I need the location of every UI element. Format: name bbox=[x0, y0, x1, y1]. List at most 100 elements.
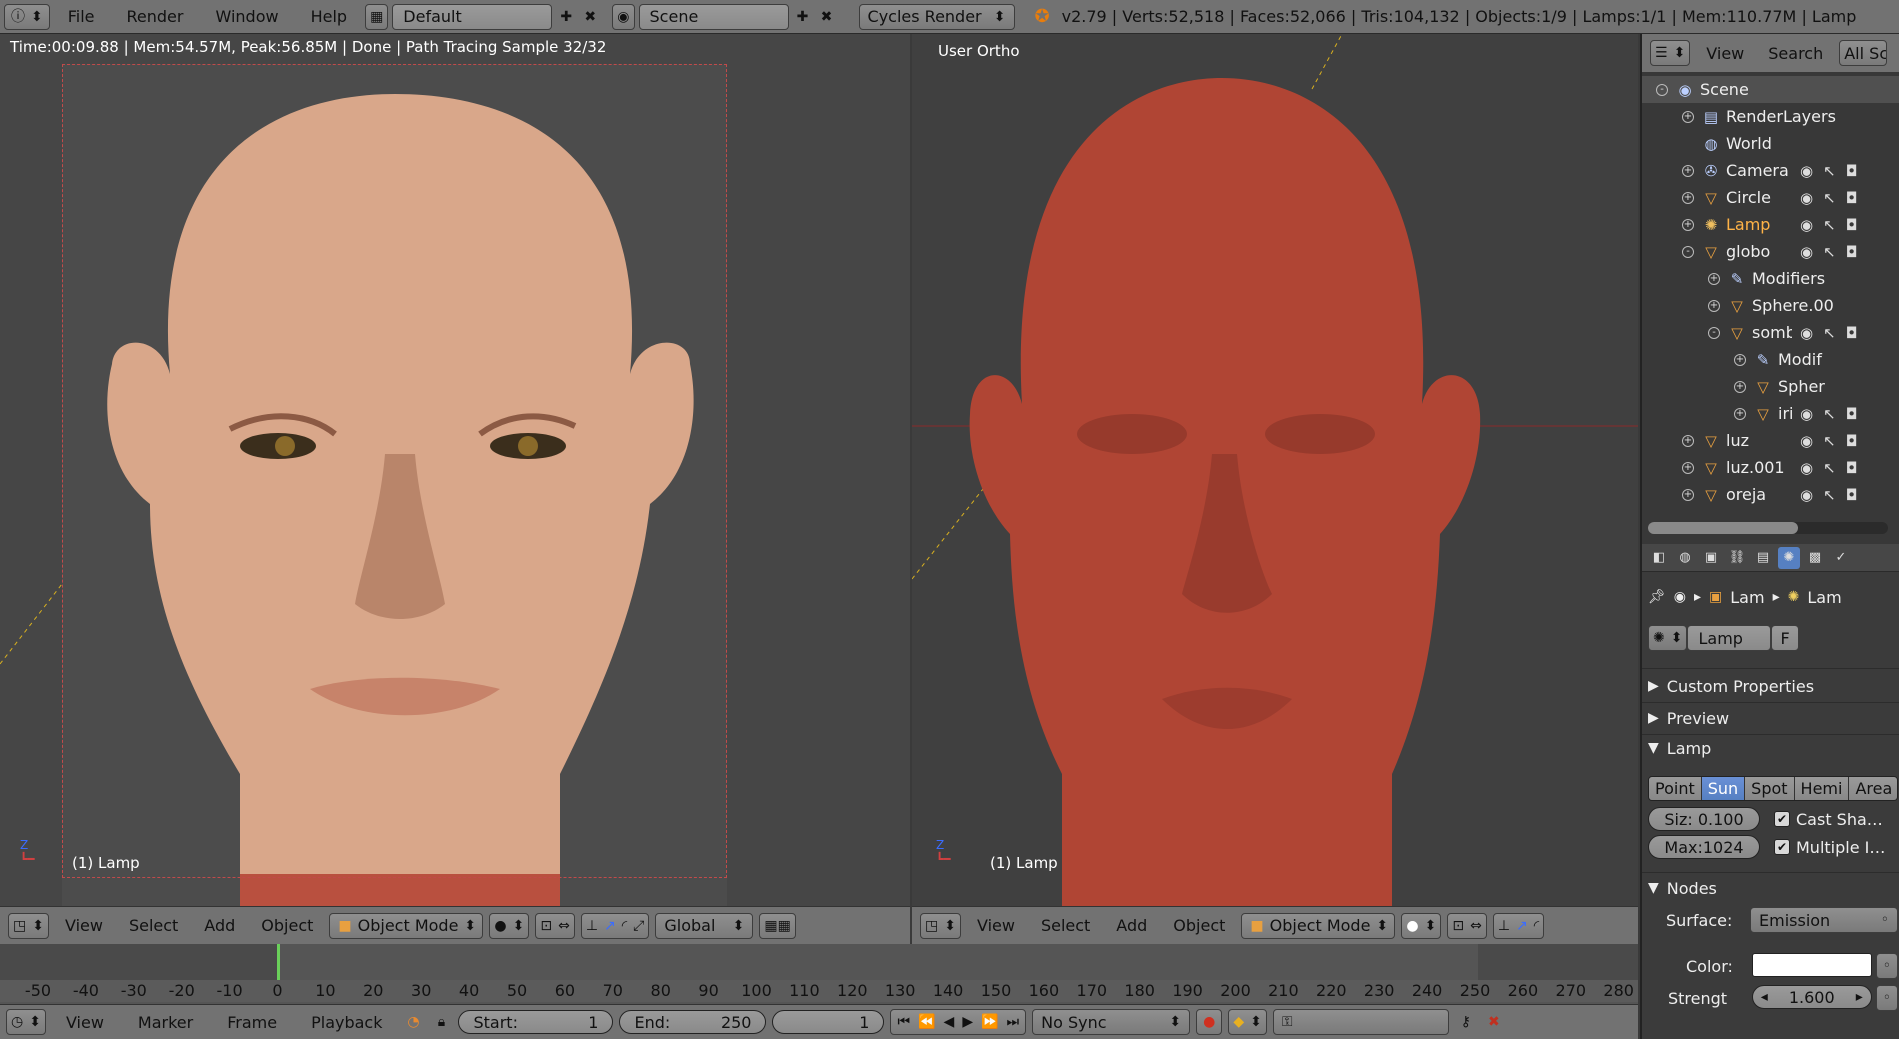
keying-set-field[interactable]: ⚿ bbox=[1272, 1009, 1449, 1035]
expand-toggle-icon[interactable]: + bbox=[1682, 461, 1694, 474]
menu-add[interactable]: Add bbox=[194, 916, 245, 935]
menu-object[interactable]: Object bbox=[251, 916, 323, 935]
outliner-item[interactable]: ◍ World bbox=[1642, 130, 1899, 157]
menu-select[interactable]: Select bbox=[1031, 916, 1100, 935]
lamp-type-point[interactable]: Point bbox=[1649, 776, 1702, 800]
cursor-icon[interactable]: ↖ bbox=[1823, 324, 1836, 342]
remove-scene-icon[interactable]: ✖ bbox=[817, 10, 837, 24]
outliner-item[interactable]: + ✇ Camera ◉ ↖ ◘ bbox=[1642, 157, 1899, 184]
outliner-item[interactable]: + ✺ Lamp ◉ ↖ ◘ bbox=[1642, 211, 1899, 238]
lamp-data-tab-icon[interactable]: ✺ bbox=[1778, 546, 1800, 569]
nodes-section[interactable]: ▼ Nodes bbox=[1648, 874, 1898, 902]
outliner-item[interactable]: + ▽ luz ◉ ↖ ◘ bbox=[1642, 427, 1899, 454]
particles-tab-icon[interactable]: ✓ bbox=[1830, 547, 1852, 569]
preview-range-icon[interactable]: ◔ bbox=[402, 1015, 424, 1029]
outliner-item[interactable]: + ✎ Modifiers bbox=[1642, 265, 1899, 292]
editor-type-button[interactable]: ◳ ⬍ bbox=[920, 912, 961, 939]
render-viewport[interactable]: Time:00:09.88 | Mem:54.57M, Peak:56.85M … bbox=[0, 34, 910, 906]
eye-icon[interactable]: ◉ bbox=[1800, 405, 1813, 423]
keying-set-dropdown[interactable]: ◆ ⬍ bbox=[1228, 1009, 1267, 1035]
next-key-icon[interactable]: ⏩ bbox=[981, 1015, 998, 1029]
cursor-icon[interactable]: ↖ bbox=[1823, 432, 1836, 450]
lamp-type-hemi[interactable]: Hemi bbox=[1794, 776, 1850, 800]
outliner-item[interactable]: - ▽ sombra ◉ ↖ ◘ bbox=[1642, 319, 1899, 346]
menu-select[interactable]: Select bbox=[119, 916, 188, 935]
world-tab-icon[interactable]: ◍ bbox=[1674, 547, 1696, 569]
outliner-item[interactable]: + ✎ Modif bbox=[1642, 346, 1899, 373]
screen-layout-selector[interactable]: ▦ bbox=[365, 3, 389, 30]
jump-start-icon[interactable]: ⏮ bbox=[897, 1015, 910, 1029]
camera-render-icon[interactable]: ◘ bbox=[1846, 405, 1858, 423]
lamp-type-selector[interactable]: Point Sun Spot Hemi Area bbox=[1648, 775, 1898, 801]
eye-icon[interactable]: ◉ bbox=[1800, 324, 1813, 342]
strength-field[interactable]: ◂ 1.600 ▸ bbox=[1751, 985, 1872, 1009]
menu-file[interactable]: File bbox=[54, 7, 109, 26]
menu-window[interactable]: Window bbox=[201, 7, 292, 26]
expand-toggle-icon[interactable]: + bbox=[1682, 191, 1694, 204]
editor-type-button[interactable]: ◳ ⬍ bbox=[8, 912, 49, 939]
eye-icon[interactable]: ◉ bbox=[1800, 216, 1813, 234]
delete-keyframe-icon[interactable]: ✖ bbox=[1483, 1015, 1505, 1029]
menu-view[interactable]: View bbox=[52, 1013, 118, 1032]
current-frame-field[interactable]: 1 bbox=[772, 1010, 885, 1034]
expand-toggle-icon[interactable]: + bbox=[1708, 299, 1720, 312]
sync-dropdown[interactable]: No Sync ⬍ bbox=[1032, 1009, 1191, 1035]
insert-keyframe-icon[interactable]: ⚷ bbox=[1455, 1015, 1477, 1029]
menu-add[interactable]: Add bbox=[1106, 916, 1157, 935]
menu-marker[interactable]: Marker bbox=[124, 1013, 207, 1032]
transform-manipulators[interactable]: ⊥ ↗ ◜ bbox=[1492, 912, 1545, 939]
display-mode-dropdown[interactable]: All Scen bbox=[1839, 40, 1888, 66]
shading-dropdown[interactable]: ● ⬍ bbox=[489, 912, 530, 939]
lamp-type-area[interactable]: Area bbox=[1849, 776, 1897, 800]
pivot-dropdown[interactable]: ⊡ ⇔ bbox=[1447, 912, 1487, 939]
expand-toggle-icon[interactable]: + bbox=[1734, 380, 1746, 393]
editor-type-button[interactable]: ⓘ ⬍ bbox=[4, 3, 50, 30]
render-engine-dropdown[interactable]: Cycles Render ⬍ bbox=[858, 3, 1015, 30]
preview-section[interactable]: ▶ Preview bbox=[1648, 704, 1898, 732]
camera-render-icon[interactable]: ◘ bbox=[1846, 486, 1858, 504]
eye-icon[interactable]: ◉ bbox=[1800, 162, 1813, 180]
lamp-type-sun[interactable]: Sun bbox=[1701, 776, 1746, 800]
playback-controls[interactable]: ⏮ ⏪ ◀ ▶ ⏩ ⏭ bbox=[890, 1009, 1027, 1035]
camera-render-icon[interactable]: ◘ bbox=[1846, 162, 1858, 180]
end-frame-field[interactable]: End: 250 bbox=[619, 1010, 767, 1034]
expand-toggle-icon[interactable]: + bbox=[1734, 407, 1746, 420]
layer-buttons[interactable]: ▦▦ bbox=[759, 912, 796, 939]
pin-icon[interactable]: 📌︎ bbox=[1648, 590, 1666, 604]
eye-icon[interactable]: ◉ bbox=[1800, 486, 1813, 504]
outliner-item[interactable]: + ▽ Circle ◉ ↖ ◘ bbox=[1642, 184, 1899, 211]
mode-dropdown[interactable]: ■ Object Mode ⬍ bbox=[1241, 912, 1396, 939]
outliner-item[interactable]: + ▽ Sphere.00 bbox=[1642, 292, 1899, 319]
expand-toggle-icon[interactable]: + bbox=[1682, 488, 1694, 501]
datablock-name-field[interactable]: Lamp bbox=[1687, 625, 1772, 651]
menu-playback[interactable]: Playback bbox=[297, 1013, 396, 1032]
3d-viewport[interactable]: User Ortho Z ┗━ (1) Lamp bbox=[912, 34, 1638, 906]
cursor-icon[interactable]: ↖ bbox=[1823, 405, 1836, 423]
screen-layout-field[interactable]: Default bbox=[392, 3, 553, 30]
outliner-item[interactable]: + ▽ luz.001 ◉ ↖ ◘ bbox=[1642, 454, 1899, 481]
pivot-dropdown[interactable]: ⊡ ⇔ bbox=[535, 912, 575, 939]
editor-type-button[interactable]: ◷ ⬍ bbox=[6, 1009, 46, 1035]
max-bounces-field[interactable]: Max:1024 bbox=[1648, 835, 1760, 859]
outliner-item[interactable]: + ▤ RenderLayers bbox=[1642, 103, 1899, 130]
eye-icon[interactable]: ◉ bbox=[1800, 459, 1813, 477]
expand-toggle-icon[interactable]: + bbox=[1682, 218, 1694, 231]
scrollbar-thumb[interactable] bbox=[1648, 522, 1798, 534]
menu-frame[interactable]: Frame bbox=[213, 1013, 291, 1032]
camera-render-icon[interactable]: ◘ bbox=[1846, 324, 1858, 342]
outliner-item[interactable]: - ▽ globo ◉ ↖ ◘ bbox=[1642, 238, 1899, 265]
color-link-button[interactable]: ◦ bbox=[1875, 953, 1898, 979]
add-layout-icon[interactable]: ✚ bbox=[556, 10, 576, 24]
collapse-toggle-icon[interactable]: - bbox=[1656, 83, 1668, 96]
custom-properties-section[interactable]: ▶ Custom Properties bbox=[1648, 672, 1898, 700]
outliner-item[interactable]: + ▽ Spher bbox=[1642, 373, 1899, 400]
cursor-icon[interactable]: ↖ bbox=[1823, 162, 1836, 180]
fake-user-button[interactable]: F bbox=[1771, 625, 1799, 651]
outliner-item[interactable]: - ◉ Scene bbox=[1642, 76, 1899, 103]
texture-tab-icon[interactable]: ▩ bbox=[1804, 547, 1826, 569]
lock-icon[interactable]: 🔒︎ bbox=[430, 1015, 452, 1029]
camera-render-icon[interactable]: ◘ bbox=[1846, 216, 1858, 234]
scene-selector[interactable]: ◉ bbox=[612, 3, 635, 30]
cursor-icon[interactable]: ↖ bbox=[1823, 459, 1836, 477]
size-field[interactable]: Siz: 0.100 bbox=[1648, 807, 1760, 831]
